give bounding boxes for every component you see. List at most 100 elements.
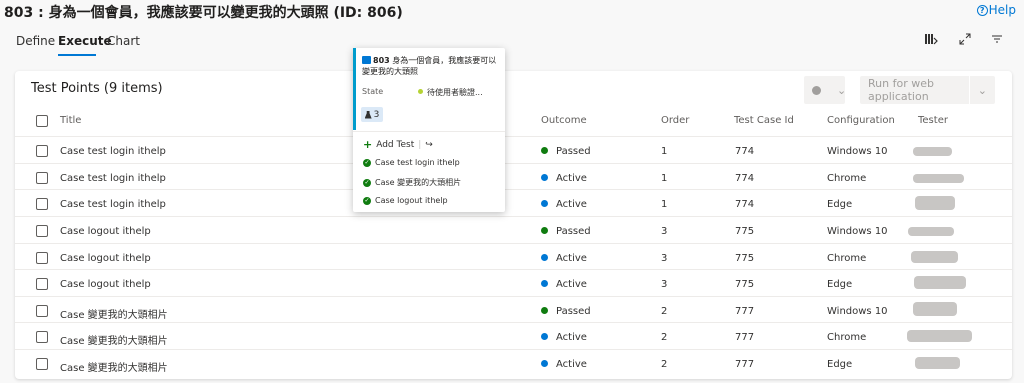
row-checkbox[interactable]	[36, 252, 48, 264]
add-test-button[interactable]: + Add Test | ↪	[363, 138, 433, 151]
row-outcome: Passed	[556, 306, 591, 317]
row-title: Case 變更我的大頭相片	[60, 336, 168, 347]
outcome-chevron-down-icon[interactable]: ⌄	[829, 76, 854, 104]
tester-redacted	[913, 174, 964, 183]
outcome-active-icon	[541, 360, 548, 367]
popup-state-value: 待使用者驗證...	[427, 88, 483, 97]
row-order: 3	[661, 226, 668, 237]
row-checkbox[interactable]	[36, 278, 48, 290]
row-outcome: Active	[556, 332, 587, 343]
tester-redacted	[913, 302, 957, 316]
row-configuration: Windows 10	[827, 226, 888, 237]
row-test-case-id: 775	[735, 253, 755, 264]
outcome-active-icon	[541, 280, 548, 287]
row-configuration: Chrome	[827, 173, 867, 184]
row-title: Case logout ithelp	[60, 226, 151, 237]
tester-redacted	[915, 196, 955, 210]
outcome-active-icon	[541, 200, 548, 207]
fullscreen-icon[interactable]	[958, 32, 972, 46]
filter-icon[interactable]	[990, 32, 1004, 46]
row-configuration: Chrome	[827, 253, 867, 264]
row-checkbox[interactable]	[36, 145, 48, 157]
popup-title[interactable]: 803 身為一個會員，我應該要可以變更我的大頭照	[362, 55, 502, 77]
link-arrow-icon[interactable]: ↪	[425, 140, 433, 150]
outcome-passed-icon	[541, 147, 548, 154]
col-header-configuration[interactable]: Configuration	[827, 115, 895, 126]
popup-test-item-label: Case 變更我的大頭相片	[375, 178, 462, 187]
tester-redacted	[907, 330, 972, 342]
row-order: 1	[661, 173, 668, 184]
row-checkbox[interactable]	[36, 225, 48, 237]
passed-check-icon: ✓	[363, 178, 371, 187]
tab-define[interactable]: Define	[16, 34, 55, 48]
row-test-case-id: 774	[735, 146, 755, 157]
row-test-case-id: 777	[735, 332, 755, 343]
run-split-button[interactable]: Run for web application ⌄	[860, 76, 995, 104]
row-title: Case test login ithelp	[60, 173, 166, 184]
row-title: Case logout ithelp	[60, 253, 151, 264]
outcome-split-button[interactable]: ⌄	[804, 76, 846, 104]
row-order: 2	[661, 332, 668, 343]
row-checkbox[interactable]	[36, 358, 48, 370]
row-order: 2	[661, 306, 668, 317]
col-header-tester[interactable]: Tester	[918, 115, 948, 126]
row-order: 3	[661, 253, 668, 264]
tester-redacted	[914, 276, 966, 289]
tester-redacted	[913, 147, 952, 156]
col-header-outcome[interactable]: Outcome	[541, 115, 587, 126]
select-all-checkbox[interactable]	[36, 115, 48, 127]
run-chevron-down-icon[interactable]: ⌄	[970, 76, 995, 104]
row-test-case-id: 775	[735, 279, 755, 290]
tester-redacted	[908, 227, 954, 236]
row-outcome: Passed	[556, 146, 591, 157]
row-checkbox[interactable]	[36, 331, 48, 343]
popup-test-item[interactable]: ✓ Case logout ithelp	[363, 196, 448, 205]
user-story-icon	[362, 56, 371, 64]
row-outcome: Active	[556, 173, 587, 184]
row-title: Case logout ithelp	[60, 279, 151, 290]
help-label: Help	[988, 3, 1016, 17]
col-header-order[interactable]: Order	[661, 115, 689, 126]
column-options-icon[interactable]	[924, 32, 938, 46]
row-outcome: Active	[556, 279, 587, 290]
outcome-active-icon	[541, 174, 548, 181]
popup-accent-bar	[353, 48, 356, 130]
help-icon: ?	[976, 4, 988, 16]
popup-test-item-label: Case test login ithelp	[375, 158, 460, 167]
col-header-title[interactable]: Title	[60, 115, 81, 126]
outcome-active-icon	[541, 333, 548, 340]
popup-test-item[interactable]: ✓ Case test login ithelp	[363, 158, 460, 167]
row-configuration: Windows 10	[827, 146, 888, 157]
passed-check-icon: ✓	[363, 196, 371, 205]
row-checkbox[interactable]	[36, 172, 48, 184]
add-test-label: Add Test	[376, 139, 415, 150]
test-count-badge[interactable]: 3	[361, 107, 383, 122]
row-order: 1	[661, 199, 668, 210]
row-title: Case test login ithelp	[60, 199, 166, 210]
run-button[interactable]: Run for web application	[860, 76, 969, 104]
row-test-case-id: 777	[735, 359, 755, 370]
title-bar: 803 : 身為一個會員，我應該要可以變更我的大頭照 (ID: 806) ? H…	[0, 0, 1024, 22]
help-link[interactable]: ? Help	[976, 3, 1016, 17]
tab-execute[interactable]: Execute	[58, 34, 112, 48]
row-title: Case test login ithelp	[60, 146, 166, 157]
state-dot-icon	[418, 89, 423, 94]
row-configuration: Edge	[827, 199, 853, 210]
row-order: 1	[661, 146, 668, 157]
tab-chart[interactable]: Chart	[107, 34, 140, 48]
col-header-test-case-id[interactable]: Test Case Id	[734, 115, 794, 126]
outcome-check-icon[interactable]	[804, 76, 829, 104]
popup-test-item[interactable]: ✓ Case 變更我的大頭相片	[363, 177, 461, 188]
row-checkbox[interactable]	[36, 305, 48, 317]
tester-redacted	[915, 357, 960, 369]
row-outcome: Passed	[556, 226, 591, 237]
row-title: Case 變更我的大頭相片	[60, 363, 168, 374]
row-configuration: Edge	[827, 359, 853, 370]
row-outcome: Active	[556, 199, 587, 210]
card-title: Test Points (9 items)	[31, 81, 163, 96]
row-configuration: Edge	[827, 279, 853, 290]
tester-redacted	[911, 251, 958, 263]
row-checkbox[interactable]	[36, 198, 48, 210]
row-title: Case 變更我的大頭相片	[60, 310, 168, 321]
tab-execute-underline	[58, 54, 96, 56]
